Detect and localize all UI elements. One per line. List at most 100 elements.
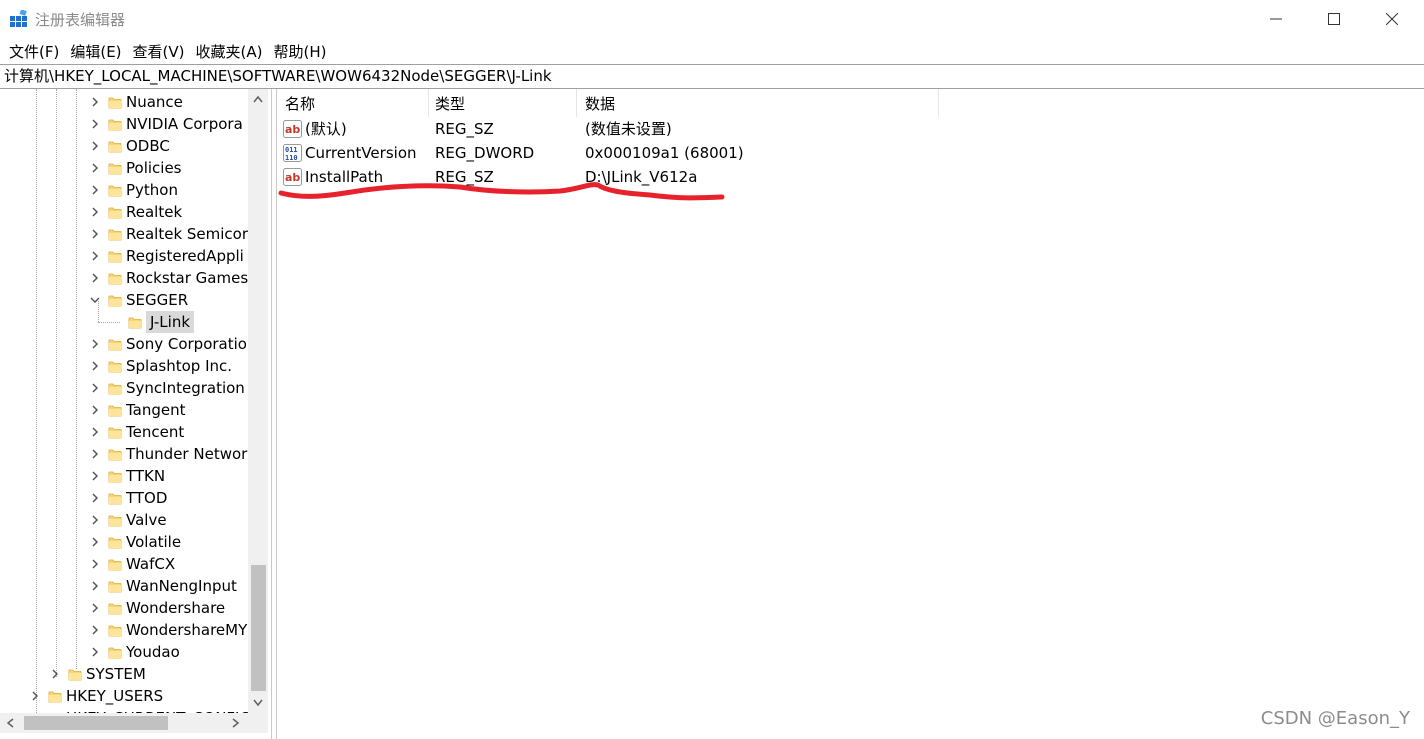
chevron-right-icon[interactable] [90,625,100,635]
tree-item[interactable]: Sony Corporatio [0,333,248,355]
scroll-left-icon[interactable] [6,718,14,728]
close-button[interactable] [1363,0,1421,38]
tree-item[interactable]: Realtek Semicor [0,223,248,245]
folder-icon [108,97,122,109]
chevron-right-icon[interactable] [90,647,100,657]
value-name: CurrentVersion [305,144,417,162]
tree-item[interactable]: Thunder Networ [0,443,248,465]
chevron-right-icon[interactable] [90,119,100,129]
minimize-button[interactable] [1247,0,1305,38]
watermark: CSDN @Eason_Y [1260,708,1410,729]
value-name: InstallPath [305,168,384,186]
menu-help[interactable]: 帮助(H) [268,41,331,62]
tree-item[interactable]: ODBC [0,135,248,157]
folder-icon [108,581,122,593]
tree-item[interactable]: Tencent [0,421,248,443]
chevron-right-icon[interactable] [90,515,100,525]
chevron-right-icon[interactable] [90,339,100,349]
tree-item[interactable]: Splashtop Inc. [0,355,248,377]
chevron-right-icon[interactable] [90,537,100,547]
tree-item[interactable]: Volatile [0,531,248,553]
tree-item[interactable]: Valve [0,509,248,531]
menu-file[interactable]: 文件(F) [4,41,64,62]
tree-item[interactable]: HKEY_USERS [0,685,248,707]
menu-favorites[interactable]: 收藏夹(A) [191,41,268,62]
tree-item[interactable]: J-Link [0,301,248,333]
chevron-right-icon[interactable] [90,581,100,591]
chevron-right-icon[interactable] [90,207,100,217]
folder-icon [108,537,122,549]
tree-item[interactable]: Youdao [0,641,248,663]
value-data: (数值未设置) [585,120,672,138]
chevron-right-icon[interactable] [90,185,100,195]
tree-item[interactable]: Realtek [0,201,248,223]
tree-vertical-scrollbar[interactable] [248,89,268,713]
value-row[interactable]: ab InstallPath REG_SZ D:\JLink_V612a [277,165,977,189]
svg-text:ab: ab [285,123,300,136]
chevron-right-icon[interactable] [90,229,100,239]
tree-vertical-scroll-thumb[interactable] [251,565,266,691]
tree-item[interactable]: Python [0,179,248,201]
folder-icon [108,163,122,175]
chevron-right-icon[interactable] [90,163,100,173]
tree-item[interactable]: SyncIntegration [0,377,248,399]
string-value-icon: ab [283,168,302,186]
tree-item[interactable]: TTOD [0,487,248,509]
tree-item[interactable]: Wondershare [0,597,248,619]
address-bar[interactable]: 计算机\HKEY_LOCAL_MACHINE\SOFTWARE\WOW6432N… [0,64,1424,89]
values-list[interactable]: 名称 类型 数据 ab (默认) REG_SZ (数值未设置) 011 110 … [276,89,1424,739]
chevron-right-icon[interactable] [90,405,100,415]
value-type: REG_SZ [435,120,494,138]
chevron-right-icon[interactable] [50,669,60,679]
chevron-right-icon[interactable] [90,273,100,283]
tree-horizontal-scrollbar[interactable] [0,713,248,733]
folder-icon [108,471,122,483]
folder-icon [108,273,122,285]
tree-item[interactable]: Tangent [0,399,248,421]
folder-icon [108,119,122,131]
chevron-right-icon[interactable] [90,97,100,107]
chevron-right-icon[interactable] [90,251,100,261]
chevron-right-icon[interactable] [90,427,100,437]
tree-item[interactable]: Rockstar Games [0,267,248,289]
value-row[interactable]: ab (默认) REG_SZ (数值未设置) [277,117,977,141]
close-icon [1386,13,1398,25]
tree-item[interactable]: Policies [0,157,248,179]
tree-item[interactable]: WanNengInput [0,575,248,597]
scroll-up-icon[interactable] [253,95,263,103]
tree-item-label: J-Link [146,311,195,333]
folder-icon [108,625,122,637]
chevron-right-icon[interactable] [90,603,100,613]
menu-edit[interactable]: 编辑(E) [65,41,126,62]
folder-icon [108,405,122,417]
menu-view[interactable]: 查看(V) [128,41,190,62]
tree-horizontal-scroll-thumb[interactable] [24,716,168,730]
column-header-name[interactable]: 名称 [277,89,429,117]
tree-item-label: SEGGER [126,291,189,309]
tree-item[interactable]: WondershareMY [0,619,248,641]
tree-item[interactable]: WafCX [0,553,248,575]
scroll-right-icon[interactable] [232,718,240,728]
chevron-right-icon[interactable] [90,449,100,459]
chevron-right-icon[interactable] [90,141,100,151]
chevron-right-icon[interactable] [90,361,100,371]
chevron-right-icon[interactable] [30,691,40,701]
maximize-button[interactable] [1305,0,1363,38]
scroll-down-icon[interactable] [253,699,263,707]
column-header-data[interactable]: 数据 [577,89,939,117]
column-header-type[interactable]: 类型 [427,89,577,117]
minimize-icon [1270,18,1282,20]
chevron-right-icon[interactable] [90,383,100,393]
chevron-right-icon[interactable] [90,559,100,569]
tree-item[interactable]: NVIDIA Corpora [0,113,248,135]
tree-guide-line [98,322,120,323]
chevron-right-icon[interactable] [90,471,100,481]
value-row[interactable]: 011 110 CurrentVersion REG_DWORD 0x00010… [277,141,977,165]
tree-item[interactable]: SYSTEM [0,663,248,685]
tree-item[interactable]: TTKN [0,465,248,487]
chevron-right-icon[interactable] [90,493,100,503]
tree-item[interactable]: Nuance [0,91,248,113]
tree-item[interactable]: RegisteredAppli [0,245,248,267]
tree-item[interactable]: SEGGER [0,289,248,311]
key-tree[interactable]: Nuance NVIDIA Corpora ODBC Policies Python Re… [0,89,272,739]
